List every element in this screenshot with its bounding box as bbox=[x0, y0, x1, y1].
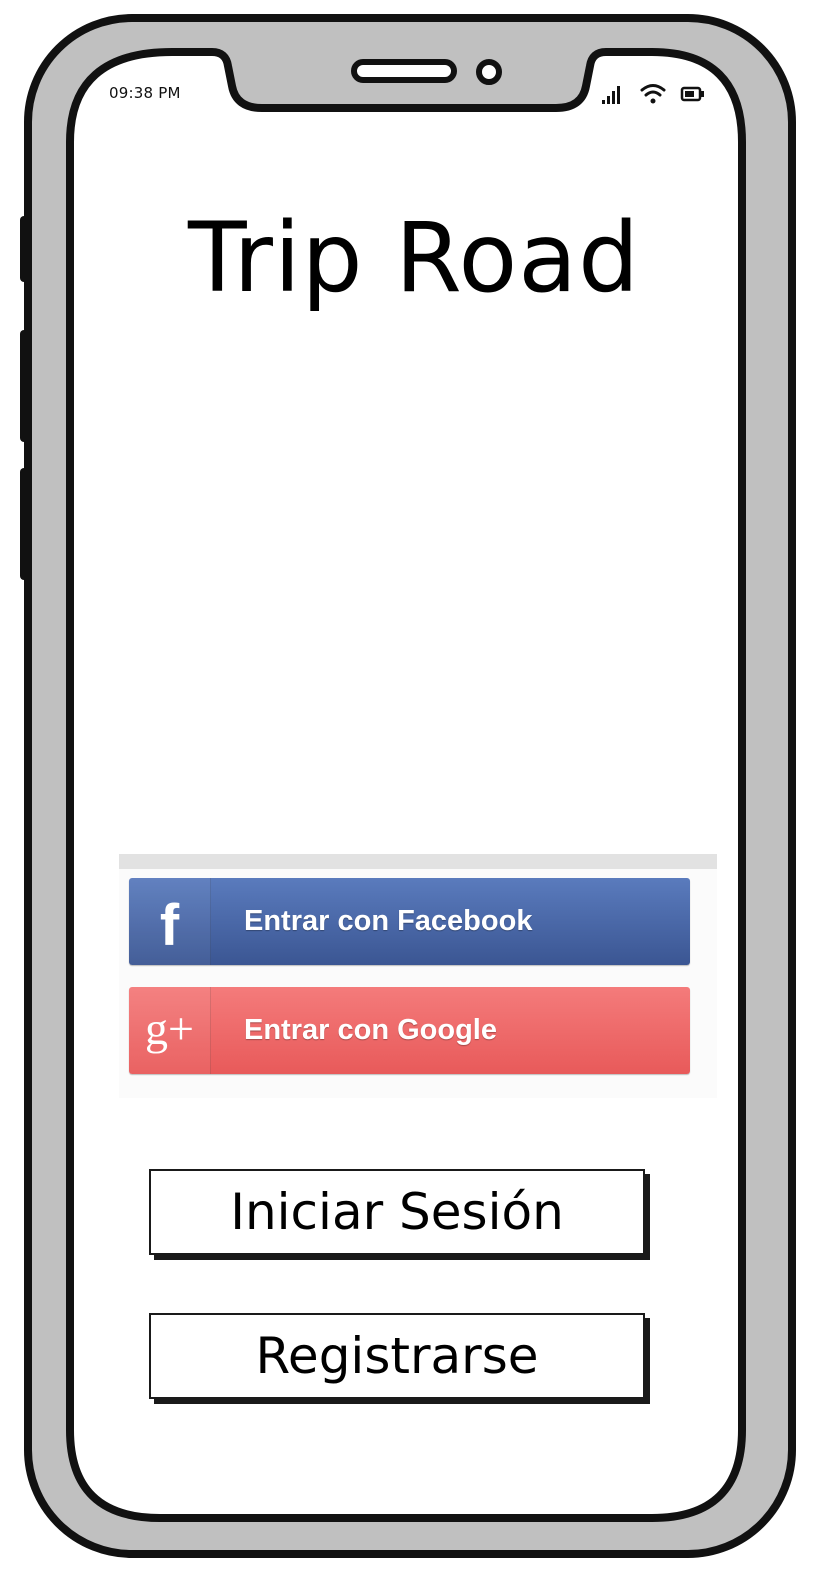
facebook-icon: f bbox=[129, 878, 211, 965]
status-time: 09:38 PM bbox=[109, 84, 181, 102]
facebook-login-button[interactable]: f Entrar con Facebook bbox=[129, 878, 690, 965]
signal-icon bbox=[602, 86, 620, 104]
status-icons bbox=[602, 84, 704, 104]
battery-icon bbox=[680, 86, 704, 102]
wifi-icon bbox=[640, 84, 666, 104]
login-button[interactable]: Iniciar Sesión bbox=[149, 1169, 645, 1255]
google-login-label: Entrar con Google bbox=[244, 1014, 497, 1046]
google-plus-icon: g+ bbox=[129, 987, 211, 1074]
app-title: Trip Road bbox=[187, 202, 640, 314]
google-login-button[interactable]: g+ Entrar con Google bbox=[129, 987, 690, 1074]
register-button[interactable]: Registrarse bbox=[149, 1313, 645, 1399]
panel-divider bbox=[119, 854, 717, 869]
social-login-panel: f Entrar con Facebook g+ Entrar con Goog… bbox=[119, 854, 717, 1098]
facebook-login-label: Entrar con Facebook bbox=[244, 905, 533, 937]
